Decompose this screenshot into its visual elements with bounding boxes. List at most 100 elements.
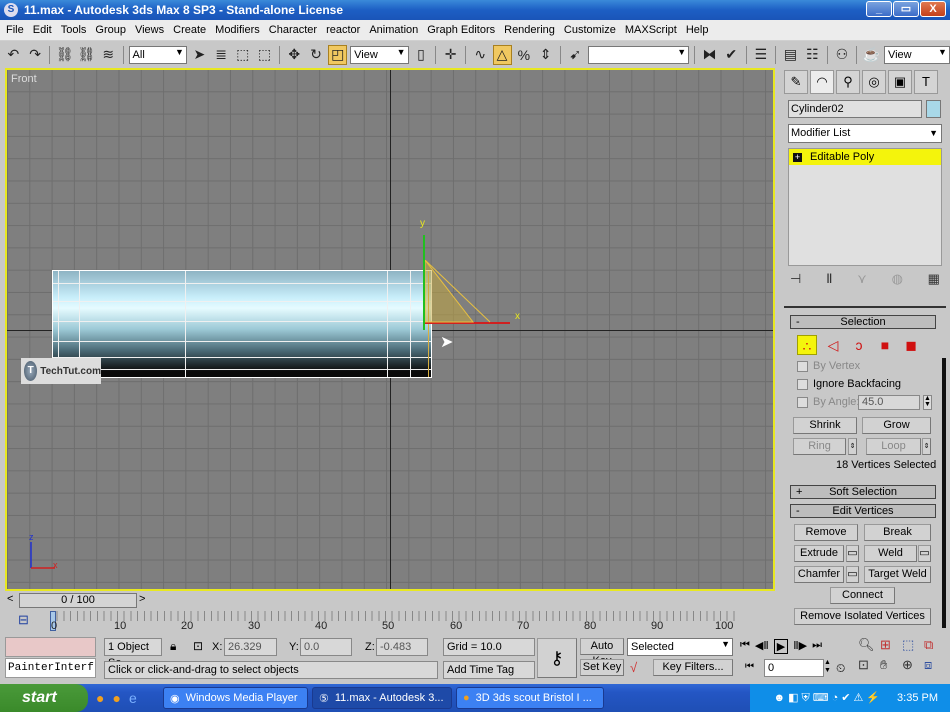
close-button[interactable]: X [920, 1, 946, 17]
time-slider[interactable]: 0 / 100 [19, 593, 137, 608]
element-mode-icon[interactable]: ◼ [901, 335, 921, 355]
selection-lock-icon[interactable]: 🔒︎ [170, 639, 176, 654]
render-view-dropdown[interactable]: View ▼ [883, 45, 950, 64]
current-frame-spinner[interactable]: ▲ ▼ [824, 659, 832, 677]
maxscript-mini-listener[interactable]: PainterInterf [5, 658, 96, 678]
motion-tab-icon[interactable]: ◎ [862, 70, 886, 94]
hierarchy-tab-icon[interactable]: ⚲ [836, 70, 860, 94]
by-angle-checkbox[interactable]: By Angle: [797, 396, 859, 408]
menu-rendering[interactable]: Rendering [504, 24, 555, 36]
selection-filter-dropdown[interactable]: All ▼ [128, 45, 187, 64]
z-coordinate-field[interactable]: -0.483 [376, 638, 428, 656]
menu-modifiers[interactable]: Modifiers [215, 24, 260, 36]
menu-graph-editors[interactable]: Graph Editors [427, 24, 495, 36]
key-filters-button[interactable]: Key Filters... [653, 659, 733, 676]
taskbar-item-3dsmax[interactable]: ⑤ 11.max - Autodesk 3... [312, 687, 452, 709]
select-and-move-icon[interactable]: ✥ [285, 45, 304, 65]
ignore-backfacing-checkbox[interactable]: Ignore Backfacing [797, 378, 901, 390]
chamfer-settings-icon[interactable]: ▭ [846, 566, 859, 583]
utilities-tab-icon[interactable]: T [914, 70, 938, 94]
border-mode-icon[interactable]: ↄ [849, 335, 869, 355]
align-icon[interactable]: ✔ [722, 45, 741, 65]
show-end-result-icon[interactable]: Ⅱ [826, 271, 832, 287]
render-scene-icon[interactable]: ☕ [862, 45, 881, 65]
firefox-quicklaunch-icon[interactable]: ● [96, 690, 104, 706]
undo-icon[interactable]: ↶ [4, 45, 23, 65]
zoom-extents-icon[interactable]: ⬚ [902, 637, 924, 653]
display-tab-icon[interactable]: ▣ [888, 70, 912, 94]
menu-maxscript[interactable]: MAXScript [625, 24, 677, 36]
front-viewport[interactable]: Front y x ➤ T TechTut.com z x [5, 68, 775, 591]
zoom-extents-all-icon[interactable]: ⧉ [924, 637, 946, 653]
maximize-viewport-icon[interactable]: ⧈ [924, 657, 946, 673]
restore-button[interactable]: ▭ [893, 1, 919, 17]
vertex-mode-icon[interactable]: ∴ [797, 335, 817, 355]
taskbar-item-firefox[interactable]: ● 3D 3ds scout Bristol I ... [456, 687, 604, 709]
select-and-link-icon[interactable]: ⛓ [55, 45, 74, 65]
set-key-button[interactable]: Set Key [580, 659, 624, 676]
command-panel-scrollbar[interactable] [942, 358, 946, 628]
select-by-name-icon[interactable]: ≣ [212, 45, 231, 65]
zoom-icon[interactable]: 🔍︎ [858, 637, 880, 653]
zoom-all-icon[interactable]: ⊞ [880, 637, 902, 653]
modifier-list-dropdown[interactable]: Modifier List ▼ [788, 124, 942, 143]
ie-quicklaunch-icon[interactable]: e [129, 690, 137, 706]
schematic-view-icon[interactable]: ☷ [803, 45, 822, 65]
edit-vertices-rollout-header[interactable]: - Edit Vertices [790, 504, 936, 518]
snaps-toggle-icon[interactable]: ∿ [471, 45, 490, 65]
shrink-button[interactable]: Shrink [793, 417, 857, 434]
arc-rotate-icon[interactable]: ⊕ [902, 657, 924, 673]
next-frame-icon[interactable]: Ⅱ▶ [793, 639, 807, 654]
extrude-button[interactable]: Extrude [794, 545, 844, 562]
taskbar-item-media-player[interactable]: ◉ Windows Media Player [163, 687, 308, 709]
spinner-snap-icon[interactable]: ⇕ [536, 45, 555, 65]
loop-spinner[interactable]: ⇕ [922, 438, 931, 455]
track-bar[interactable]: ⊟ 0 10 20 30 40 50 60 70 80 90 100 [0, 609, 780, 635]
bind-to-space-warp-icon[interactable]: ≋ [99, 45, 118, 65]
x-coordinate-field[interactable]: 26.329 [224, 638, 277, 656]
window-crossing-icon[interactable]: ⬚ [255, 45, 274, 65]
menu-tools[interactable]: Tools [61, 24, 87, 36]
select-and-rotate-icon[interactable]: ↻ [307, 45, 326, 65]
pin-stack-icon[interactable]: ⊣ [790, 271, 801, 287]
modify-tab-icon[interactable]: ◠ [810, 70, 834, 94]
use-pivot-center-icon[interactable]: ▯ [412, 45, 431, 65]
menu-character[interactable]: Character [269, 24, 317, 36]
auto-key-button[interactable]: Auto Key [580, 638, 624, 667]
extrude-settings-icon[interactable]: ▭ [846, 545, 859, 562]
go-to-start-icon[interactable]: ⏮ [740, 639, 750, 654]
time-configuration-icon[interactable]: ⏲ [836, 661, 845, 676]
viewport-label[interactable]: Front [11, 73, 37, 85]
curve-editor-icon[interactable]: ▤ [781, 45, 800, 65]
make-unique-icon[interactable]: ⋎ [857, 271, 867, 287]
maxscript-mini-listener-pink[interactable] [5, 637, 96, 657]
weld-button[interactable]: Weld [864, 545, 917, 562]
edge-mode-icon[interactable]: ◁ [823, 335, 843, 355]
material-editor-icon[interactable]: ⚇ [833, 45, 852, 65]
default-in-out-tangents-icon[interactable]: √ [630, 660, 637, 675]
soft-selection-rollout-header[interactable]: + Soft Selection [790, 485, 936, 499]
region-zoom-icon[interactable]: ⊡ [858, 657, 880, 673]
key-mode-toggle-icon[interactable]: ⏮ [745, 661, 754, 672]
rectangular-selection-icon[interactable]: ⬚ [233, 45, 252, 65]
menu-customize[interactable]: Customize [564, 24, 616, 36]
redo-icon[interactable]: ↷ [26, 45, 45, 65]
menu-help[interactable]: Help [686, 24, 709, 36]
selection-rollout-header[interactable]: - Selection [790, 315, 936, 329]
pan-view-icon[interactable]: ✋︎ [880, 657, 902, 673]
remove-isolated-vertices-button[interactable]: Remove Isolated Vertices [794, 608, 931, 625]
reference-coord-dropdown[interactable]: View ▼ [350, 45, 409, 64]
start-button[interactable]: start [0, 684, 88, 712]
media-player-quicklaunch-icon[interactable]: ● [112, 690, 120, 706]
menu-edit[interactable]: Edit [33, 24, 52, 36]
remove-modifier-icon[interactable]: ◍ [892, 271, 903, 287]
set-key-mode-key-icon[interactable]: ⚷ [537, 638, 577, 678]
connect-button[interactable]: Connect [830, 587, 895, 604]
target-weld-button[interactable]: Target Weld [864, 566, 931, 583]
cylinder-object[interactable] [52, 270, 432, 378]
loop-button[interactable]: Loop [866, 438, 921, 455]
clock[interactable]: 3:35 PM [897, 692, 938, 704]
create-tab-icon[interactable]: ✎ [784, 70, 808, 94]
by-vertex-checkbox[interactable]: By Vertex [797, 360, 860, 372]
menu-create[interactable]: Create [173, 24, 206, 36]
